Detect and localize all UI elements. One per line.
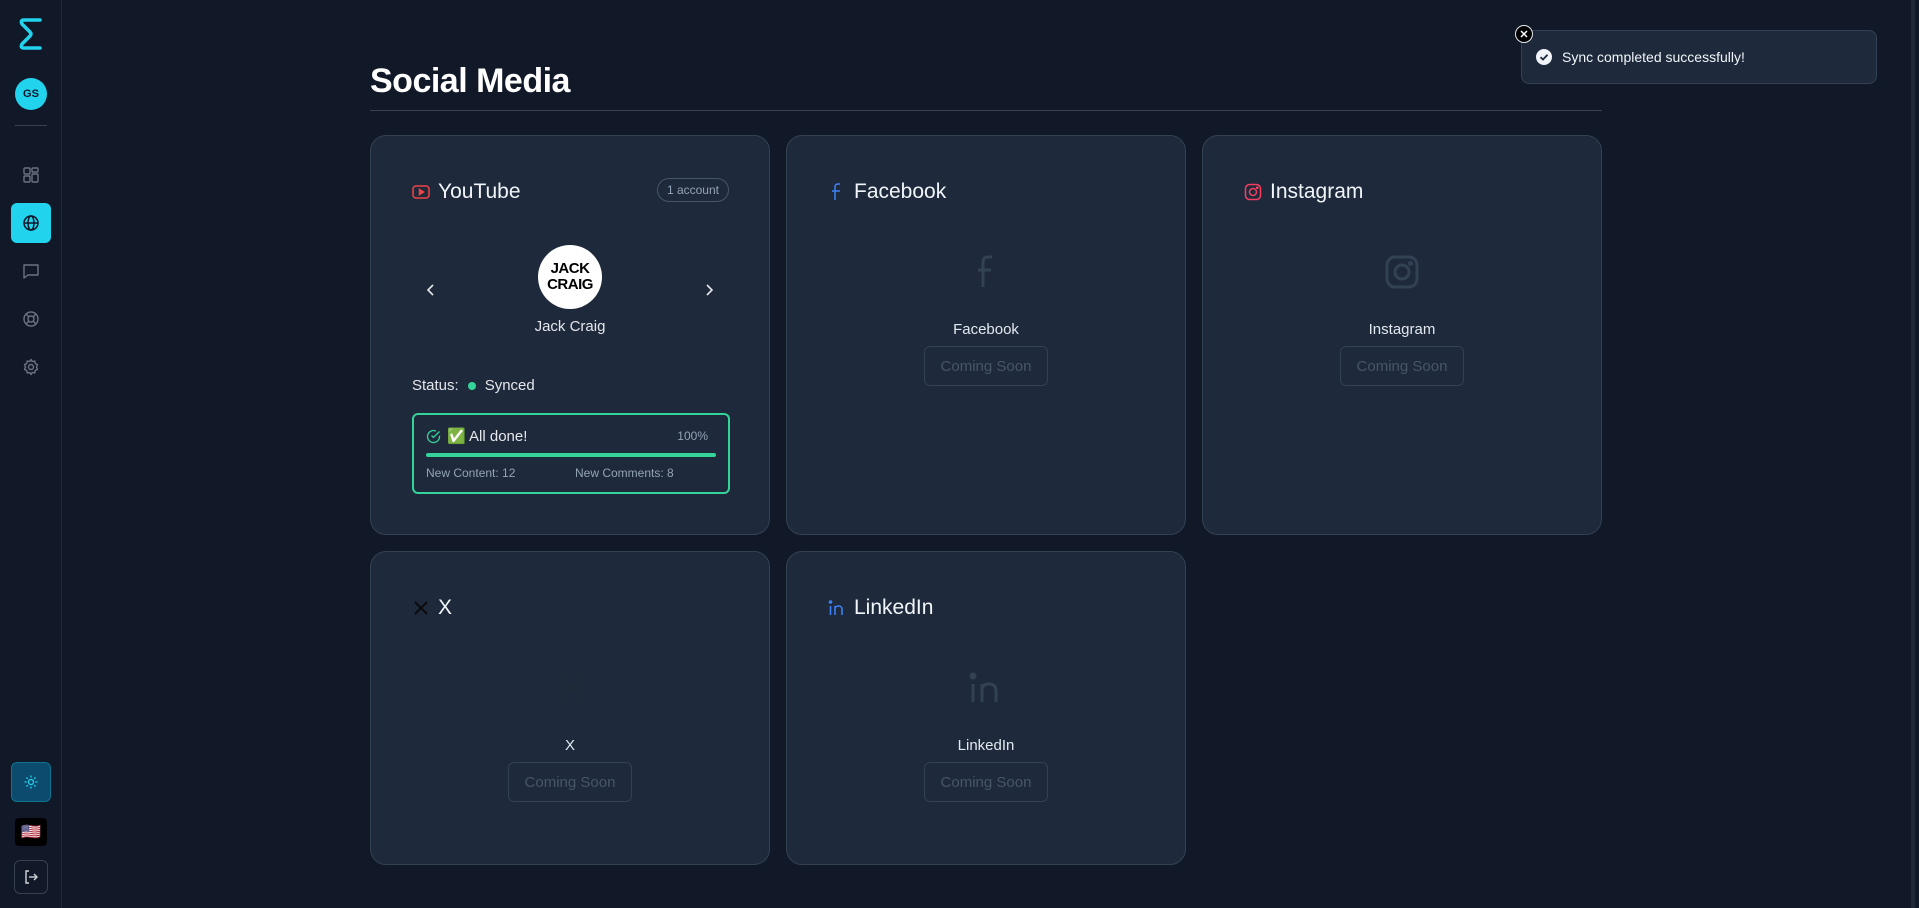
status-row: Status: Synced bbox=[412, 377, 535, 394]
platform-name: Instagram bbox=[1368, 321, 1436, 338]
card-title: YouTube bbox=[438, 180, 521, 203]
coming-soon-button[interactable]: Coming Soon bbox=[924, 762, 1048, 802]
coming-soon-button[interactable]: Coming Soon bbox=[924, 346, 1048, 386]
chevron-left-icon bbox=[426, 284, 434, 296]
instagram-placeholder-icon bbox=[1384, 254, 1420, 290]
sidebar-item-support[interactable] bbox=[11, 299, 51, 339]
card-title: LinkedIn bbox=[854, 596, 934, 619]
card-header: X bbox=[412, 596, 452, 620]
account-count-badge: 1 account bbox=[656, 178, 729, 202]
new-comments-stat: New Comments: 8 bbox=[575, 466, 674, 480]
chevron-right-icon bbox=[706, 284, 714, 296]
instagram-card: Instagram Instagram Coming Soon bbox=[1202, 135, 1602, 535]
linkedin-placeholder-icon bbox=[968, 670, 1004, 706]
status-label: Status: bbox=[412, 377, 459, 394]
language-flag-button[interactable]: 🇺🇸 bbox=[15, 818, 47, 846]
facebook-icon bbox=[828, 183, 846, 201]
gear-icon bbox=[23, 358, 39, 376]
user-avatar[interactable]: GS bbox=[15, 78, 47, 110]
avatar-line-2: CRAIG bbox=[547, 276, 593, 293]
x-placeholder-icon bbox=[552, 670, 588, 706]
sidebar-divider bbox=[15, 125, 47, 126]
chat-icon bbox=[23, 264, 39, 279]
status-value: Synced bbox=[484, 377, 535, 394]
dashboard-icon bbox=[23, 167, 39, 183]
toast-notification: Sync completed successfully! bbox=[1521, 30, 1877, 84]
lifebuoy-icon bbox=[23, 311, 39, 327]
sidebar-item-social-media[interactable] bbox=[11, 203, 51, 243]
sun-icon bbox=[24, 775, 38, 789]
logout-button[interactable] bbox=[14, 860, 48, 894]
sidebar-item-messages[interactable] bbox=[11, 251, 51, 291]
platform-name: LinkedIn bbox=[957, 737, 1015, 754]
x-card: X X Coming Soon bbox=[370, 551, 770, 865]
linkedin-card: LinkedIn LinkedIn Coming Soon bbox=[786, 551, 1186, 865]
toast-close-button[interactable] bbox=[1515, 25, 1533, 43]
sync-progress-box: ✅ All done! 100% New Content: 12 New Com… bbox=[412, 413, 730, 494]
card-title: Instagram bbox=[1270, 180, 1364, 203]
card-title: Facebook bbox=[854, 180, 947, 203]
prev-account-button[interactable] bbox=[421, 280, 441, 300]
status-dot-icon bbox=[467, 381, 476, 390]
facebook-placeholder-icon bbox=[968, 254, 1004, 290]
new-content-stat: New Content: 12 bbox=[426, 466, 516, 480]
platform-name: Facebook bbox=[953, 321, 1019, 338]
youtube-icon bbox=[412, 183, 430, 201]
close-icon bbox=[1520, 30, 1528, 38]
card-header: Facebook bbox=[828, 180, 946, 204]
facebook-card: Facebook Facebook Coming Soon bbox=[786, 135, 1186, 535]
card-title: X bbox=[438, 596, 453, 619]
progress-bar-fill bbox=[426, 453, 716, 457]
linkedin-icon bbox=[828, 599, 846, 617]
account-name: Jack Craig bbox=[534, 318, 606, 335]
avatar-line-1: JACK bbox=[550, 260, 590, 277]
youtube-card: YouTube 1 account JACK CRAIG Jack Craig … bbox=[370, 135, 770, 535]
progress-percent: 100% bbox=[677, 429, 708, 443]
account-avatar[interactable]: JACK CRAIG bbox=[538, 245, 602, 309]
sidebar-item-settings[interactable] bbox=[11, 347, 51, 387]
sidebar: GS 🇺🇸 bbox=[0, 0, 62, 908]
check-circle-icon bbox=[1536, 49, 1552, 65]
next-account-button[interactable] bbox=[699, 280, 719, 300]
progress-title-text: ✅ All done! bbox=[447, 428, 528, 445]
coming-soon-button[interactable]: Coming Soon bbox=[1340, 346, 1464, 386]
progress-bar bbox=[426, 453, 716, 457]
instagram-icon bbox=[1244, 183, 1262, 201]
coming-soon-button[interactable]: Coming Soon bbox=[508, 762, 632, 802]
theme-toggle-button[interactable] bbox=[11, 762, 51, 802]
check-circle-icon bbox=[426, 429, 441, 443]
us-flag-icon: 🇺🇸 bbox=[21, 824, 41, 841]
progress-title: ✅ All done! bbox=[426, 427, 527, 445]
card-header: LinkedIn bbox=[828, 596, 933, 620]
page-scrollbar[interactable] bbox=[1911, 0, 1915, 908]
card-header: Instagram bbox=[1244, 180, 1363, 204]
page-title: Social Media bbox=[370, 62, 570, 100]
logout-icon bbox=[25, 870, 38, 884]
app-logo-icon[interactable] bbox=[16, 16, 46, 52]
toast-message: Sync completed successfully! bbox=[1562, 49, 1745, 65]
sidebar-item-dashboard[interactable] bbox=[11, 155, 51, 195]
platform-name: X bbox=[564, 737, 575, 754]
x-icon bbox=[412, 599, 430, 617]
title-divider bbox=[370, 110, 1602, 111]
card-header: YouTube bbox=[412, 180, 521, 204]
globe-icon bbox=[23, 215, 39, 231]
